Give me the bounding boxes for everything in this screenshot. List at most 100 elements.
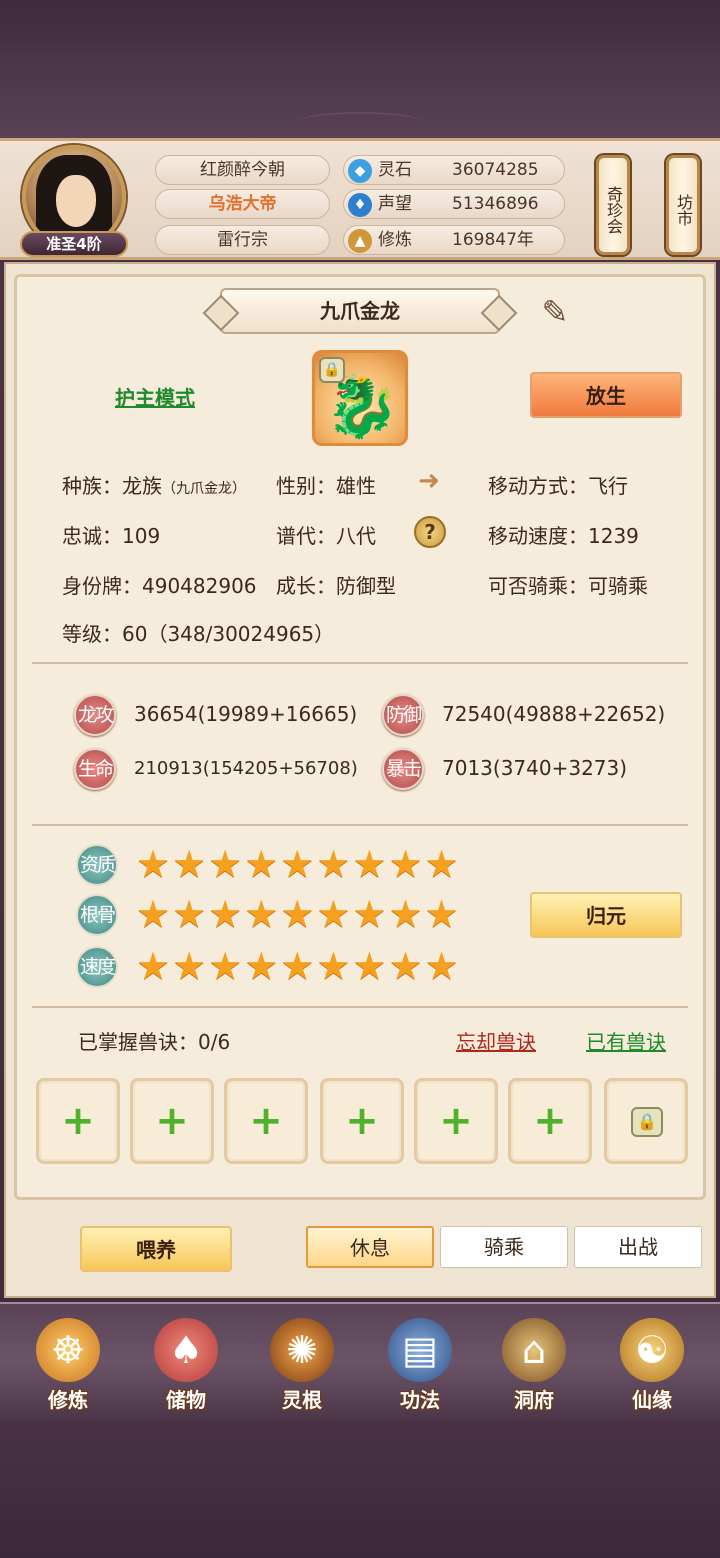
spirit-root-icon: ✺ [270, 1318, 334, 1382]
skill-slot[interactable]: + [508, 1078, 592, 1164]
resource-value: 36074285 [452, 160, 539, 180]
gender-info: 性别：雄性 [276, 474, 376, 498]
bone-stars: ★★★★★★★★★ [136, 892, 461, 936]
loyalty-info: 忠诚：109 [62, 524, 161, 548]
lock-icon[interactable]: 🔒 [319, 357, 345, 383]
reset-button[interactable]: 归元 [530, 892, 682, 938]
hp-badge: 生命 [74, 748, 116, 790]
lock-icon: 🔒 [631, 1107, 663, 1137]
spirit-stone-icon: ◆ [348, 159, 372, 183]
guard-mode-link[interactable]: 护主模式 [115, 382, 195, 411]
hp-value: 210913(154205+56708) [134, 758, 358, 779]
nav-cultivate[interactable]: ☸ 修炼 [28, 1318, 108, 1418]
growth-info: 成长：防御型 [276, 574, 396, 598]
species-sub: （九爪金龙） [162, 481, 246, 497]
plus-icon: + [249, 1098, 283, 1144]
species-info: 种族：龙族（九爪金龙） [62, 470, 246, 499]
aptitude-badge: 资质 [76, 844, 118, 886]
attack-value: 36654(19989+16665) [134, 702, 358, 726]
skill-slot[interactable]: + [36, 1078, 120, 1164]
nav-label: 仙缘 [632, 1388, 672, 1412]
nav-label: 修炼 [48, 1388, 88, 1412]
skills-mastered-count: 已掌握兽诀：0/6 [78, 1030, 231, 1054]
cave-mansion-icon: ⌂ [502, 1318, 566, 1382]
species-value: 龙族 [122, 474, 162, 498]
id-tag-info: 身份牌：490482906 [62, 574, 257, 598]
speed-badge: 速度 [76, 946, 118, 988]
scripture-book-icon: ▤ [388, 1318, 452, 1382]
defense-badge: 防御 [382, 694, 424, 736]
top-ornament [300, 112, 420, 130]
cultivate-icon: ☸ [36, 1318, 100, 1382]
plus-icon: + [155, 1098, 189, 1144]
nav-label: 洞府 [514, 1388, 554, 1412]
generation-info: 谱代：八代 [276, 524, 376, 548]
reputation-icon: ♦ [348, 193, 372, 217]
nav-label: 功法 [400, 1388, 440, 1412]
plus-icon: + [345, 1098, 379, 1144]
crit-value: 7013(3740+3273) [442, 756, 628, 780]
forget-skill-link[interactable]: 忘却兽诀 [456, 1026, 536, 1055]
owned-skills-link[interactable]: 已有兽诀 [586, 1026, 666, 1055]
feed-button[interactable]: 喂养 [80, 1226, 232, 1272]
bottom-background [0, 1420, 720, 1558]
nav-label: 储物 [166, 1388, 206, 1412]
sect-name[interactable]: 雷行宗 [155, 225, 330, 255]
skill-slot[interactable]: + [320, 1078, 404, 1164]
tab-ride[interactable]: 骑乘 [440, 1226, 568, 1268]
storage-bag-icon: ♠ [154, 1318, 218, 1382]
resource-label: 声望 [378, 194, 412, 214]
move-speed-info: 移动速度：1239 [488, 524, 639, 548]
resource-cultivation: ▲ 修炼 169847年 [343, 225, 565, 255]
skill-slot[interactable]: + [130, 1078, 214, 1164]
species-label: 种族： [62, 474, 122, 498]
skill-slot[interactable]: + [414, 1078, 498, 1164]
move-mode-info: 移动方式：飞行 [488, 474, 628, 498]
immortal-fate-icon: ☯ [620, 1318, 684, 1382]
bone-badge: 根骨 [76, 894, 118, 936]
rank-badge: 准圣4阶 [20, 231, 128, 257]
arrow-right-icon[interactable]: ➜ [412, 466, 446, 496]
pet-name-plate: 九爪金龙 [220, 288, 500, 334]
tab-battle[interactable]: 出战 [574, 1226, 702, 1268]
avatar-face [56, 175, 96, 227]
tab-rest[interactable]: 休息 [306, 1226, 434, 1268]
rideable-info: 可否骑乘：可骑乘 [488, 574, 648, 598]
plus-icon: + [439, 1098, 473, 1144]
player-header: 准圣4阶 红颜醉今朝 乌浩大帝 雷行宗 ◆ 灵石 36074285 ♦ 声望 5… [0, 138, 720, 260]
level-info: 等级：60（348/30024965） [62, 622, 335, 646]
nav-immortal-fate[interactable]: ☯ 仙缘 [612, 1318, 692, 1418]
market-lantern[interactable]: 坊市 [666, 155, 700, 255]
resource-value: 169847年 [452, 230, 534, 250]
release-button[interactable]: 放生 [530, 372, 682, 418]
resource-label: 修炼 [378, 230, 412, 250]
crit-badge: 暴击 [382, 748, 424, 790]
nav-spirit-root[interactable]: ✺ 灵根 [262, 1318, 342, 1418]
resource-label: 灵石 [378, 160, 412, 180]
help-question-icon[interactable]: ? [414, 516, 446, 548]
nav-storage[interactable]: ♠ 储物 [146, 1318, 226, 1418]
resource-reputation: ♦ 声望 51346896 [343, 189, 565, 219]
player-title: 红颜醉今朝 [155, 155, 330, 185]
cultivation-icon: ▲ [348, 229, 372, 253]
book-quill-icon[interactable]: ✎ [532, 294, 578, 330]
divider [32, 662, 688, 664]
divider [32, 1006, 688, 1008]
nav-label: 灵根 [282, 1388, 322, 1412]
resource-value: 51346896 [452, 194, 539, 214]
pet-portrait[interactable]: 🐉 🔒 [312, 350, 408, 446]
defense-value: 72540(49888+22652) [442, 702, 666, 726]
aptitude-stars: ★★★★★★★★★ [136, 842, 461, 886]
player-name[interactable]: 乌浩大帝 [155, 189, 330, 219]
skill-slot[interactable]: + [224, 1078, 308, 1164]
plus-icon: + [533, 1098, 567, 1144]
treasure-fair-lantern[interactable]: 奇珍会 [596, 155, 630, 255]
skill-slot-locked[interactable]: 🔒 [604, 1078, 688, 1164]
divider [32, 824, 688, 826]
speed-stars: ★★★★★★★★★ [136, 944, 461, 988]
nav-scripture[interactable]: ▤ 功法 [380, 1318, 460, 1418]
plus-icon: + [61, 1098, 95, 1144]
nav-cave-mansion[interactable]: ⌂ 洞府 [494, 1318, 574, 1418]
resource-spirit-stone: ◆ 灵石 36074285 [343, 155, 565, 185]
attack-badge: 龙攻 [74, 694, 116, 736]
